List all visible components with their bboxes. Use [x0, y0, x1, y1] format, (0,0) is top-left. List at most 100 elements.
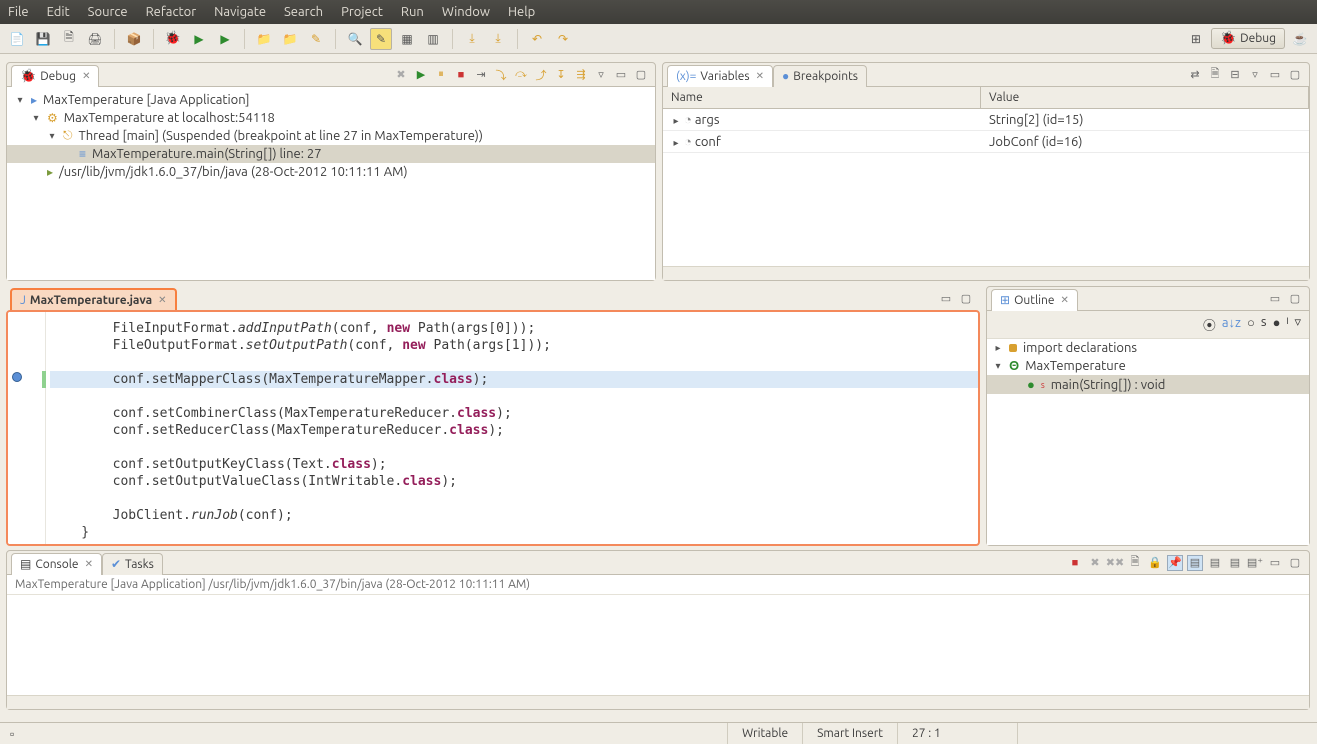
suspend-icon[interactable]: ⏸	[433, 67, 449, 83]
step-drop-icon[interactable]: ⤓	[461, 28, 483, 50]
close-icon[interactable]: ✕	[85, 558, 93, 570]
new-package-icon[interactable]: 📁	[253, 28, 275, 50]
step-filters-icon[interactable]: ⤓	[487, 28, 509, 50]
editor-gutter[interactable]	[8, 312, 46, 544]
code-area[interactable]: FileInputFormat.addInputPath(conf, new P…	[46, 312, 978, 544]
terminate-icon[interactable]: ■	[453, 67, 469, 83]
outline-row[interactable]: ▸import declarations	[987, 339, 1309, 357]
outline-row[interactable]: ▾ΘMaxTemperature	[987, 357, 1309, 375]
use-step-filters-icon[interactable]: ⇶	[573, 67, 589, 83]
mark-icon[interactable]: ✎	[370, 28, 392, 50]
debug-tree-row[interactable]: ▾▸MaxTemperature [Java Application]	[7, 91, 655, 109]
menu-file[interactable]: File	[8, 5, 29, 19]
variable-row[interactable]: ▸ ◔ argsString[2] (id=15)	[663, 109, 1309, 131]
save-all-icon[interactable]: 🗎	[58, 28, 80, 50]
skip-bp-icon[interactable]: ▥	[422, 28, 444, 50]
perspective-java-icon[interactable]: ☕	[1289, 28, 1311, 50]
type-icon[interactable]: ✎	[305, 28, 327, 50]
minimize-icon[interactable]: ▭	[938, 290, 954, 306]
debug-tree-row[interactable]: ≡MaxTemperature.main(String[]) line: 27	[7, 145, 655, 163]
breakpoints-tab[interactable]: ● Breakpoints	[773, 65, 867, 87]
maximize-icon[interactable]: ▢	[1287, 291, 1303, 307]
tasks-tab[interactable]: ✔ Tasks	[102, 553, 163, 575]
display-selected-icon[interactable]: ▤	[1207, 555, 1223, 571]
clear-console-icon[interactable]: 🗎	[1127, 555, 1143, 571]
menu-refactor[interactable]: Refactor	[146, 5, 197, 19]
col-value-header[interactable]: Value	[981, 87, 1309, 108]
view-menu-icon[interactable]: ▿	[1247, 67, 1263, 83]
scrollbar[interactable]	[663, 266, 1309, 280]
print-icon[interactable]: 🖨	[84, 28, 106, 50]
console-tab[interactable]: ▤ Console ✕	[11, 553, 102, 575]
menu-window[interactable]: Window	[442, 5, 490, 19]
remove-terminated-icon[interactable]: ✖	[393, 67, 409, 83]
show-logical-icon[interactable]: 🗎	[1207, 67, 1223, 83]
new-console-icon[interactable]: ▤⁺	[1247, 555, 1263, 571]
debug-tree-row[interactable]: ▸/usr/lib/jvm/jdk1.6.0_37/bin/java (28-O…	[7, 163, 655, 181]
hide-static-icon[interactable]: s	[1261, 315, 1267, 334]
run-ext-icon[interactable]: ▶	[214, 28, 236, 50]
close-icon[interactable]: ✕	[756, 70, 764, 82]
close-icon[interactable]: ✕	[1060, 294, 1068, 306]
editor-area[interactable]: FileInputFormat.addInputPath(conf, new P…	[6, 310, 980, 546]
perspective-debug[interactable]: 🐞Debug	[1211, 28, 1285, 49]
minimize-icon[interactable]: ▭	[1267, 67, 1283, 83]
step-into-icon[interactable]: ⤵	[493, 67, 509, 83]
debug-tree-row[interactable]: ▾⎋Thread [main] (Suspended (breakpoint a…	[7, 127, 655, 145]
toggle-bp-icon[interactable]: ▦	[396, 28, 418, 50]
scroll-lock-icon[interactable]: 🔒	[1147, 555, 1163, 571]
view-menu-icon[interactable]: ▿	[1294, 315, 1301, 334]
hide-local-icon[interactable]: ˡ	[1286, 315, 1288, 334]
outline-row[interactable]: ●smain(String[]) : void	[987, 375, 1309, 394]
menu-source[interactable]: Source	[88, 5, 128, 19]
focus-icon[interactable]: ⦿	[1203, 315, 1216, 334]
editor-tab[interactable]: J MaxTemperature.java ✕	[10, 288, 177, 310]
build-icon[interactable]: 📦	[123, 28, 145, 50]
save-icon[interactable]: 💾	[32, 28, 54, 50]
variables-table[interactable]: Name Value ▸ ◔ argsString[2] (id=15)▸ ◔ …	[663, 87, 1309, 266]
close-icon[interactable]: ✕	[158, 294, 166, 306]
maximize-icon[interactable]: ▢	[1287, 555, 1303, 571]
show-console-icon[interactable]: ▤	[1187, 555, 1203, 571]
console-output[interactable]	[7, 595, 1309, 695]
status-icon[interactable]: ▫	[0, 727, 24, 741]
maximize-icon[interactable]: ▢	[958, 290, 974, 306]
remove-all-icon[interactable]: ✖✖	[1107, 555, 1123, 571]
debug-icon[interactable]: 🐞	[162, 28, 184, 50]
variables-tab[interactable]: (x)= Variables ✕	[667, 65, 773, 87]
outline-tree[interactable]: ▸import declarations▾ΘMaxTemperature●sma…	[987, 339, 1309, 545]
run-icon[interactable]: ▶	[188, 28, 210, 50]
sort-icon[interactable]: a↓z	[1222, 315, 1241, 334]
new-icon[interactable]: 📄	[6, 28, 28, 50]
new-class-icon[interactable]: 📁	[279, 28, 301, 50]
minimize-icon[interactable]: ▭	[1267, 555, 1283, 571]
minimize-icon[interactable]: ▭	[1267, 291, 1283, 307]
remove-launch-icon[interactable]: ✖	[1087, 555, 1103, 571]
terminate-icon[interactable]: ■	[1067, 555, 1083, 571]
col-name-header[interactable]: Name	[663, 87, 981, 108]
open-perspective-icon[interactable]: ⊞	[1185, 28, 1207, 50]
drop-to-frame-icon[interactable]: ↧	[553, 67, 569, 83]
menu-search[interactable]: Search	[284, 5, 323, 19]
hide-fields-icon[interactable]: ○	[1247, 315, 1255, 334]
menu-help[interactable]: Help	[508, 5, 535, 19]
outline-tab[interactable]: ⊞ Outline ✕	[991, 289, 1078, 311]
collapse-all-icon[interactable]: ⊟	[1227, 67, 1243, 83]
variable-row[interactable]: ▸ ◔ confJobConf (id=16)	[663, 131, 1309, 153]
open-console-icon[interactable]: ▤	[1227, 555, 1243, 571]
menu-edit[interactable]: Edit	[47, 5, 70, 19]
breakpoint-marker[interactable]	[12, 372, 22, 382]
forward-icon[interactable]: ↷	[552, 28, 574, 50]
close-icon[interactable]: ✕	[82, 70, 90, 82]
search-icon[interactable]: 🔍	[344, 28, 366, 50]
scrollbar[interactable]	[7, 695, 1309, 709]
back-icon[interactable]: ↶	[526, 28, 548, 50]
step-over-icon[interactable]: ⤼	[513, 67, 529, 83]
maximize-icon[interactable]: ▢	[633, 67, 649, 83]
menu-project[interactable]: Project	[341, 5, 383, 19]
pin-console-icon[interactable]: 📌	[1167, 555, 1183, 571]
hide-nonpublic-icon[interactable]: ●	[1273, 315, 1281, 334]
view-menu-icon[interactable]: ▿	[593, 67, 609, 83]
menu-navigate[interactable]: Navigate	[214, 5, 266, 19]
debug-tab[interactable]: 🐞 Debug ✕	[11, 65, 99, 87]
